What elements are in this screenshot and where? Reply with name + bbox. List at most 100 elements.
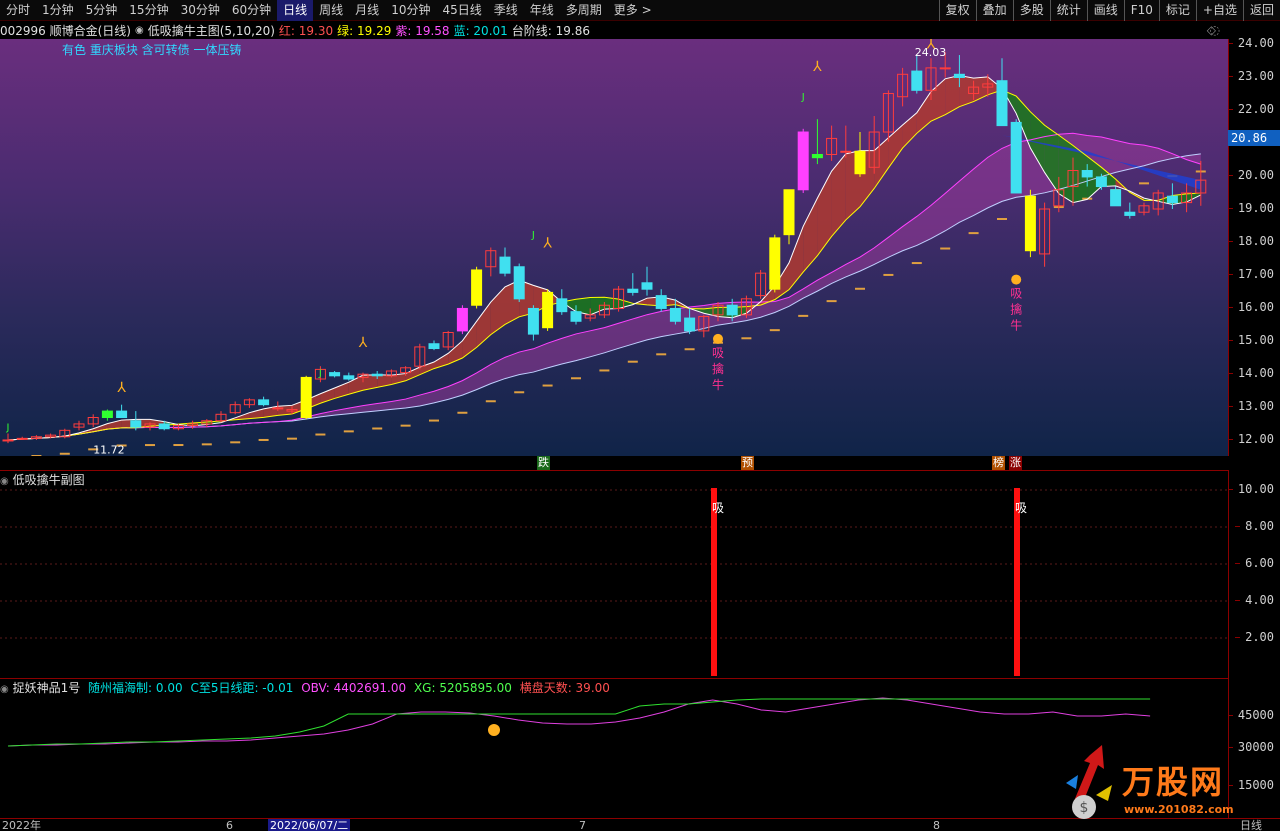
period-tab-3[interactable]: 15分钟 xyxy=(123,0,174,21)
period-tab-13[interactable]: 多周期 xyxy=(560,0,608,21)
signal-rank[interactable]: 榜 xyxy=(992,456,1005,470)
sector-tags[interactable]: 有色 重庆板块 含可转债 一体压铸 xyxy=(62,41,241,58)
candle-body xyxy=(371,373,383,377)
signal-vertical-text: 擒 xyxy=(1010,302,1022,317)
price-axis-label: 23.00 xyxy=(1227,69,1274,83)
buy-marker-icon: ⅄ xyxy=(812,59,822,75)
price-axis-label: 24.00 xyxy=(1227,36,1274,50)
price-axis-label: 20.00 xyxy=(1227,168,1274,182)
sub-axis-label: 4.00 xyxy=(1235,593,1274,607)
candle-body xyxy=(1081,170,1093,178)
ma5-line xyxy=(7,75,1202,441)
svg-text:$: $ xyxy=(1080,800,1089,816)
indicator-obv: OBV: 4402691.00 xyxy=(301,681,407,695)
toolbar-button-4[interactable]: 画线 xyxy=(1086,0,1124,21)
red-line-value: 红: 19.30 xyxy=(278,23,334,38)
sub-axis-label: 8.00 xyxy=(1235,519,1274,533)
period-tab-14[interactable]: 更多 > xyxy=(608,0,658,21)
high-price-label: 24.03 xyxy=(915,46,947,59)
indicator-value-1: 随州福海制: 0.00 xyxy=(88,681,183,695)
watermark-url: www.201082.com xyxy=(1124,803,1234,816)
blue-line-value: 蓝: 20.01 xyxy=(453,23,508,38)
signal-vertical-text: 吸 xyxy=(712,346,724,360)
sub-axis-label: 2.00 xyxy=(1235,630,1274,644)
signal-rise[interactable]: 涨 xyxy=(1009,456,1022,470)
gear-icon[interactable]: ◉ xyxy=(135,25,144,36)
period-tab-12[interactable]: 年线 xyxy=(524,0,560,21)
ma-ribbon-segment xyxy=(419,362,434,375)
indicator-xg: XG: 5205895.00 xyxy=(413,681,512,695)
buy-marker-icon: ⅄ xyxy=(542,236,552,252)
candle-body xyxy=(471,269,483,306)
toolbar-button-5[interactable]: F10 xyxy=(1123,0,1159,21)
stock-title[interactable]: 002996 顺博合金(日线) xyxy=(0,22,131,39)
xg-line xyxy=(7,698,1151,747)
sub-axis: 10.00 8.00 6.00 4.00 2.00 xyxy=(1227,470,1280,678)
price-axis: 24.0023.0022.0021.0020.0019.0018.0017.00… xyxy=(1227,36,1280,456)
candle-body xyxy=(272,407,284,410)
toolbar-button-6[interactable]: 标记 xyxy=(1158,0,1196,21)
main-candlestick-chart[interactable]: ⅄ ⅄ ⅄ ⅄ ⅄ J J J J 24.03 11.72 吸擒牛吸擒牛 有色 重庆板块 含可转债 一… xyxy=(0,39,1228,456)
j-marker: J xyxy=(531,230,535,241)
candle-body xyxy=(726,304,738,316)
toolbar-button-7[interactable]: +自选 xyxy=(1195,0,1243,21)
gear-icon[interactable]: ◉ xyxy=(0,684,9,695)
signal-fall[interactable]: 跌 xyxy=(537,456,550,470)
candlestick-svg: ⅄⅄⅄⅄⅄JJJJ24.0311.72吸擒牛吸擒牛 xyxy=(2,39,1207,456)
sub-pane-title[interactable]: 低吸擒牛副图 xyxy=(13,473,85,487)
ma-ribbon-segment xyxy=(874,137,889,189)
signal-vertical-text: 牛 xyxy=(712,377,724,392)
period-tab-9[interactable]: 10分钟 xyxy=(385,0,436,21)
period-tab-11[interactable]: 季线 xyxy=(488,0,524,21)
close-icon[interactable]: ◌ xyxy=(1210,23,1220,37)
period-tab-4[interactable]: 30分钟 xyxy=(175,0,226,21)
candle-body xyxy=(953,73,965,78)
period-tab-6[interactable]: 日线 xyxy=(277,0,314,21)
period-tab-8[interactable]: 月线 xyxy=(349,0,385,21)
period-tab-10[interactable]: 45日线 xyxy=(436,0,487,21)
gear-icon[interactable]: ◉ xyxy=(0,476,9,487)
candle-body xyxy=(996,80,1008,127)
sub-axis-label: 10.00 xyxy=(1227,482,1274,496)
toolbar-button-0[interactable]: 复权 xyxy=(938,0,976,21)
period-tab-0[interactable]: 分时 xyxy=(0,0,36,21)
signal-bar-label: 吸 xyxy=(712,501,724,515)
toolbar-button-1[interactable]: 叠加 xyxy=(975,0,1013,21)
candle-body xyxy=(1110,189,1122,207)
green-line-value: 绿: 19.29 xyxy=(337,23,392,38)
candle-body xyxy=(783,189,795,236)
candle-body xyxy=(840,150,852,153)
candle-body xyxy=(627,288,639,293)
signal-strip: 跌 预 榜 涨 xyxy=(0,456,1228,470)
indicator-value-2: C至5日线距: -0.01 xyxy=(190,681,294,695)
toolbar-button-2[interactable]: 多股 xyxy=(1012,0,1050,21)
price-axis-label: 16.00 xyxy=(1227,300,1274,314)
candle-body xyxy=(1024,195,1036,252)
period-tab-2[interactable]: 5分钟 xyxy=(80,0,124,21)
candle-body xyxy=(513,266,525,300)
indicator-consolidation-days: 横盘天数: 39.00 xyxy=(519,681,610,695)
indicator-pane-title[interactable]: 捉妖神品1号 xyxy=(13,681,81,695)
period-tab-1[interactable]: 1分钟 xyxy=(36,0,80,21)
period-tab-5[interactable]: 60分钟 xyxy=(226,0,277,21)
ma-ribbon-segment xyxy=(618,299,633,309)
candle-body xyxy=(16,437,28,440)
signal-pre[interactable]: 预 xyxy=(741,456,754,470)
date-label-july: 7 xyxy=(579,819,586,831)
period-tab-7[interactable]: 周线 xyxy=(313,0,349,21)
signal-vertical-text: 吸 xyxy=(1010,287,1022,301)
indicator-info-bar: 002996 顺博合金(日线) ◉ 低吸擒牛主图(5,10,20) 红: 19.… xyxy=(0,21,1280,39)
candle-body xyxy=(527,307,539,335)
date-label-august: 8 xyxy=(933,819,940,831)
candle-body xyxy=(456,307,468,332)
ma-ribbon-segment xyxy=(803,198,818,273)
sub-indicator-chart[interactable]: 吸吸 xyxy=(0,488,1228,678)
indicator-chart[interactable] xyxy=(0,696,1228,818)
main-indicator-name[interactable]: 低吸擒牛主图(5,10,20) xyxy=(148,22,275,39)
step-line-value: 台阶线: 19.86 xyxy=(511,23,590,38)
toolbar-button-8[interactable]: 返回 xyxy=(1242,0,1280,21)
obv-line xyxy=(7,697,1151,747)
toolbar-button-3[interactable]: 统计 xyxy=(1049,0,1087,21)
candle-body xyxy=(570,311,582,322)
candle-body xyxy=(1095,176,1107,188)
